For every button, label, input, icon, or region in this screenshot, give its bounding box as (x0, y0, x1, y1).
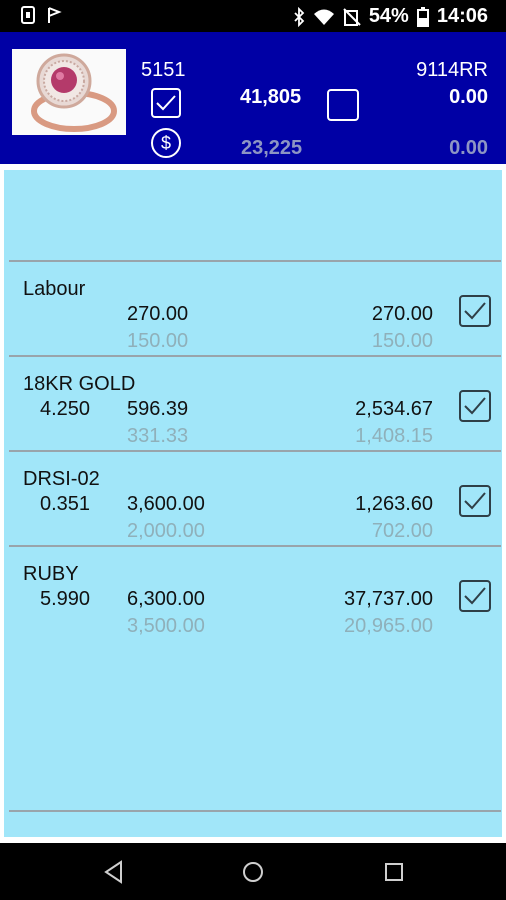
component-cost-amount: 20,965.00 (344, 615, 433, 637)
component-qty: 0.351 (40, 493, 91, 515)
component-list: Labour 270.00 270.00 150.00 150.00 18KR … (4, 170, 502, 837)
status-bar: 54% 14:06 (0, 0, 506, 32)
total-extra: 0.00 (449, 86, 488, 108)
component-amount: 270.00 (371, 303, 433, 325)
component-name: Labour (23, 278, 86, 300)
notification-icon (21, 6, 35, 24)
item-checkbox[interactable] (459, 295, 491, 327)
bluetooth-icon (294, 6, 305, 27)
component-cost-rate: 150.00 (127, 330, 189, 352)
svg-text:$: $ (161, 133, 171, 153)
component-qty: 4.250 (40, 398, 91, 420)
header-checkbox[interactable] (151, 88, 181, 118)
item-header: 5151 9114RR 41,805 0.00 23,225 0.00 $ (0, 32, 506, 164)
flag-icon (48, 7, 62, 23)
recents-icon[interactable] (381, 859, 407, 885)
ring-image (31, 53, 117, 132)
component-amount: 1,263.60 (355, 493, 433, 515)
component-rate: 3,600.00 (127, 493, 205, 515)
item-code: 5151 (141, 59, 186, 81)
list-item[interactable]: RUBY 5.990 6,300.00 37,737.00 3,500.00 2… (9, 545, 501, 642)
item-ref: 9114RR (416, 59, 488, 81)
battery-percent: 54% (368, 5, 409, 27)
cost-extra: 0.00 (449, 137, 488, 159)
dollar-icon[interactable]: $ (150, 127, 182, 159)
item-checkbox[interactable] (459, 390, 491, 422)
component-qty: 5.990 (40, 588, 91, 610)
back-icon[interactable] (101, 859, 127, 885)
component-cost-amount: 1,408.15 (355, 425, 433, 447)
clock: 14:06 (436, 5, 488, 27)
component-name: RUBY (23, 563, 79, 585)
component-cost-amount: 150.00 (371, 330, 433, 352)
total-price: 41,805 (240, 86, 302, 108)
component-rate: 596.39 (127, 398, 189, 420)
list-item[interactable]: DRSI-02 0.351 3,600.00 1,263.60 2,000.00… (9, 450, 501, 547)
total-cost: 23,225 (241, 137, 303, 159)
component-rate: 270.00 (127, 303, 189, 325)
header-empty-checkbox[interactable] (327, 89, 359, 121)
item-checkbox[interactable] (459, 485, 491, 517)
navigation-bar (0, 843, 506, 900)
component-cost-amount: 702.00 (371, 520, 433, 542)
component-cost-rate: 3,500.00 (127, 615, 205, 637)
component-name: 18KR GOLD (23, 373, 136, 395)
component-cost-rate: 2,000.00 (127, 520, 205, 542)
product-image[interactable] (12, 49, 126, 135)
item-checkbox[interactable] (459, 580, 491, 612)
no-sim-icon (343, 7, 361, 26)
component-rate: 6,300.00 (127, 588, 205, 610)
wifi-icon (313, 9, 334, 25)
component-amount: 2,534.67 (355, 398, 433, 420)
component-cost-rate: 331.33 (127, 425, 189, 447)
list-divider (9, 810, 501, 812)
home-icon[interactable] (240, 859, 266, 885)
battery-icon (416, 6, 429, 27)
list-item[interactable]: 18KR GOLD 4.250 596.39 2,534.67 331.33 1… (9, 355, 501, 452)
component-amount: 37,737.00 (344, 588, 433, 610)
list-item[interactable]: Labour 270.00 270.00 150.00 150.00 (9, 260, 501, 357)
component-name: DRSI-02 (23, 468, 100, 490)
